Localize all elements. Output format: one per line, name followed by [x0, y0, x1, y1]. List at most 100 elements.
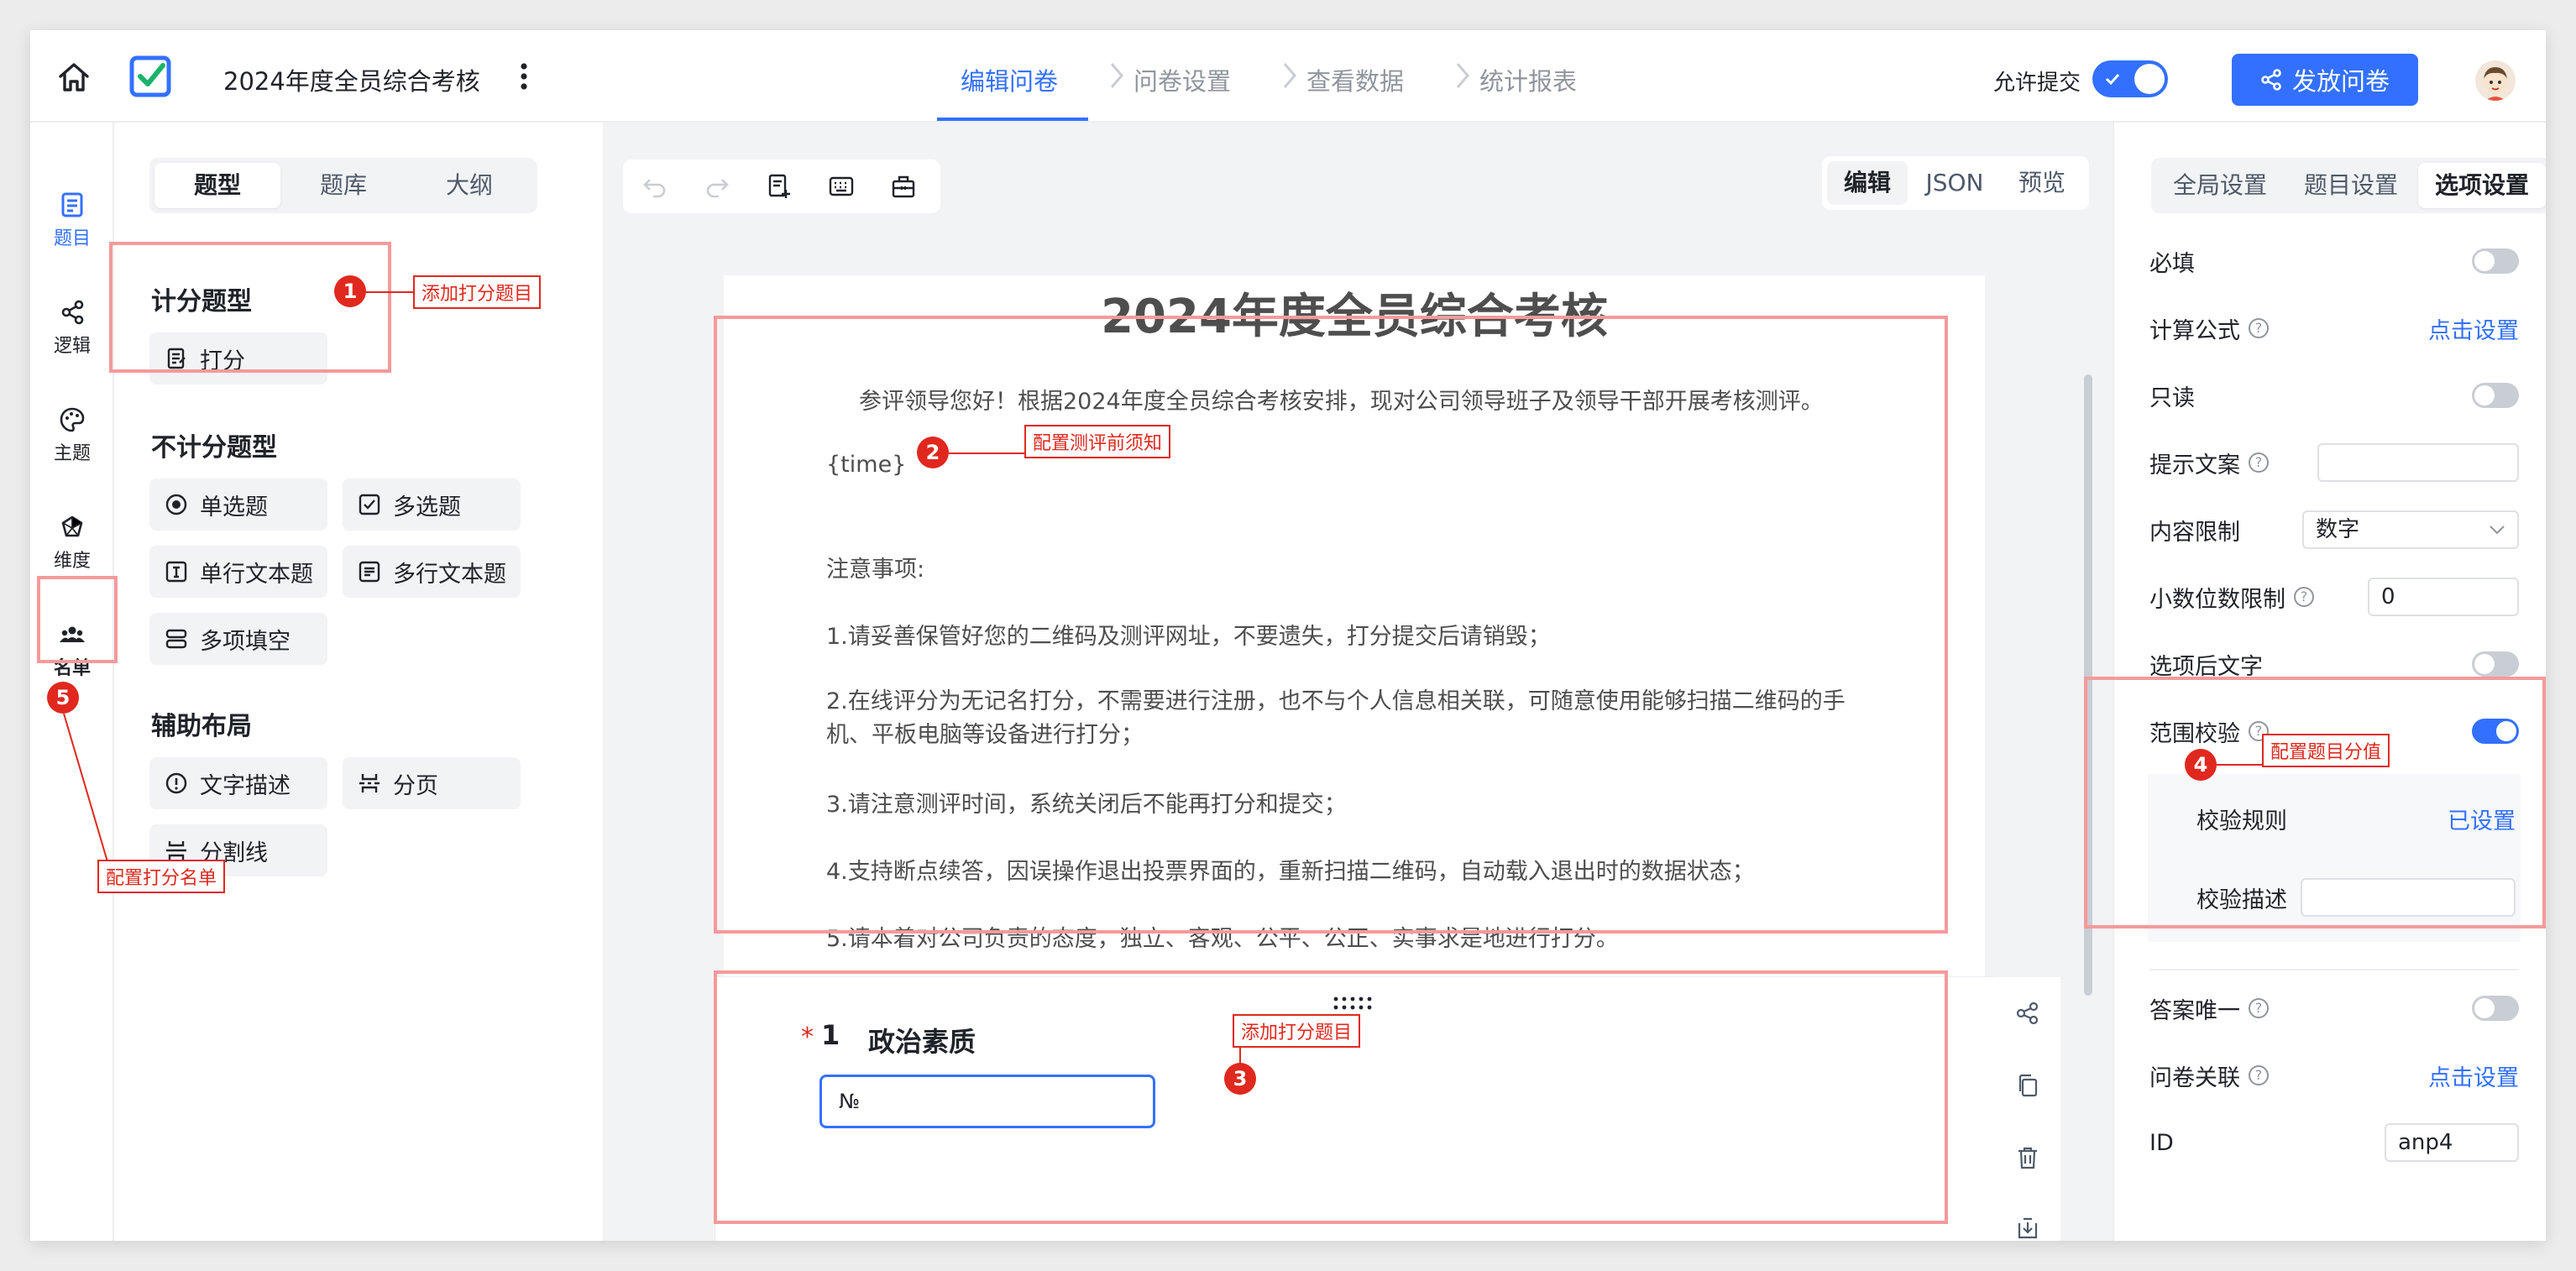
suffix-switch[interactable] — [2472, 651, 2519, 677]
relation-setup-link[interactable]: 点击设置 — [2428, 1059, 2519, 1092]
prop-survey-relation: 问卷关联? 点击设置 — [2149, 1054, 2519, 1096]
unscored-section-title: 不计分题型 — [151, 433, 277, 463]
annotation-marker: 4 — [2185, 749, 2217, 781]
help-icon[interactable]: ? — [2249, 1065, 2269, 1085]
multi-blank-icon — [165, 629, 187, 649]
tab-option-settings[interactable]: 选项设置 — [2418, 163, 2546, 208]
annotation-leader — [63, 713, 112, 874]
content-limit-select[interactable]: 数字 — [2302, 510, 2519, 549]
layout-section-title: 辅助布局 — [151, 712, 252, 741]
prop-required: 必填 — [2149, 240, 2519, 282]
tab-question-types[interactable]: 题型 — [154, 163, 280, 208]
rail-item-dimension[interactable]: 维度 — [30, 514, 114, 573]
home-icon[interactable] — [55, 59, 92, 96]
annotation-leader — [2217, 764, 2267, 766]
help-icon[interactable]: ? — [2294, 587, 2314, 607]
prop-formula: 计算公式? 点击设置 — [2149, 307, 2519, 349]
prop-hint: 提示文案? — [2149, 442, 2519, 484]
step-data[interactable]: 查看数据 — [1306, 62, 1404, 97]
prop-decimal-limit: 小数位数限制? 0 — [2149, 576, 2519, 618]
tab-edit-mode[interactable]: 编辑 — [1827, 161, 1908, 205]
question-side-toolbar — [1993, 977, 2060, 1241]
help-icon[interactable]: ? — [2249, 998, 2269, 1018]
tab-question-settings[interactable]: 题目设置 — [2287, 163, 2415, 208]
divider-icon — [166, 841, 186, 860]
tab-preview-mode[interactable]: 预览 — [2002, 161, 2082, 205]
annotation-callout: 配置题目分值 — [2262, 734, 2390, 767]
save-to-bank-icon[interactable] — [2015, 1216, 2040, 1241]
hint-input[interactable] — [2317, 443, 2519, 482]
chevron-down-icon — [2490, 526, 2505, 535]
logic-branch-icon[interactable] — [2015, 1001, 2040, 1026]
document-icon — [61, 192, 83, 217]
decimal-input[interactable]: 0 — [2368, 578, 2519, 616]
chevron-right-icon — [1456, 63, 1469, 88]
app-logo-icon — [129, 55, 171, 97]
more-menu-icon[interactable] — [519, 62, 529, 91]
rail-item-logic[interactable]: 逻辑 — [30, 299, 114, 358]
app-window: 2024年度全员综合考核 编辑问卷 问卷设置 查看数据 统计报表 允许提交 发放… — [30, 30, 2546, 1241]
palette-icon — [60, 407, 85, 432]
widget-single-choice[interactable]: 单选题 — [149, 479, 327, 531]
allow-submit-toggle[interactable] — [2092, 60, 2168, 97]
rail-label: 主题 — [53, 443, 91, 464]
textarea-icon — [359, 561, 380, 583]
survey-title[interactable]: 2024年度全员综合考核 — [223, 62, 480, 97]
step-settings[interactable]: 问卷设置 — [1134, 62, 1231, 97]
logic-branch-icon — [61, 300, 84, 325]
prop-id: ID anp4 — [2149, 1122, 2519, 1164]
keyboard-icon[interactable] — [828, 173, 855, 200]
top-header: 2024年度全员综合考核 编辑问卷 问卷设置 查看数据 统计报表 允许提交 发放… — [30, 30, 2546, 123]
rail-item-theme[interactable]: 主题 — [30, 406, 114, 465]
dimension-icon — [61, 515, 83, 537]
rail-label: 题目 — [53, 228, 91, 249]
widget-tabs: 题型 题库 大纲 — [149, 158, 537, 213]
widget-text-description[interactable]: 文字描述 — [149, 757, 327, 809]
widget-multi-line-text[interactable]: 多行文本题 — [343, 546, 521, 598]
tab-json-mode[interactable]: JSON — [1913, 161, 1997, 205]
unique-answer-switch[interactable] — [2472, 996, 2519, 1021]
step-active-underline — [937, 118, 1088, 121]
annotation-marker: 5 — [47, 682, 79, 714]
check-icon — [2105, 73, 2120, 86]
annotation-callout: 配置打分名单 — [97, 860, 226, 893]
readonly-switch[interactable] — [2472, 383, 2519, 408]
widget-single-line-text[interactable]: 单行文本题 — [149, 546, 327, 598]
text-input-icon — [165, 561, 187, 583]
toolbox-icon[interactable] — [890, 173, 917, 200]
help-icon[interactable]: ? — [2249, 452, 2269, 473]
prop-unique-answer: 答案唯一? — [2149, 987, 2519, 1029]
tab-global-settings[interactable]: 全局设置 — [2156, 163, 2284, 208]
id-input[interactable]: anp4 — [2385, 1123, 2519, 1162]
required-switch[interactable] — [2472, 248, 2519, 274]
add-page-icon[interactable] — [766, 173, 793, 200]
formula-setup-link[interactable]: 点击设置 — [2428, 312, 2519, 345]
step-report[interactable]: 统计报表 — [1479, 62, 1577, 97]
undo-icon[interactable] — [641, 173, 668, 200]
radio-icon — [165, 494, 187, 515]
step-edit[interactable]: 编辑问卷 — [961, 62, 1058, 97]
publish-button[interactable]: 发放问卷 — [2232, 54, 2418, 106]
help-icon[interactable]: ? — [2249, 318, 2269, 338]
publish-label: 发放问卷 — [2291, 67, 2390, 96]
annotation-callout: 配置测评前须知 — [1024, 425, 1171, 458]
prop-content-limit: 内容限制 数字 — [2149, 509, 2519, 551]
allow-submit-label: 允许提交 — [1993, 71, 2081, 96]
widget-page-break[interactable]: 分页 — [343, 757, 521, 809]
trash-icon[interactable] — [2015, 1145, 2040, 1170]
prop-readonly: 只读 — [2149, 374, 2519, 416]
widget-multi-choice[interactable]: 多选题 — [343, 479, 521, 531]
properties-tabs: 全局设置 题目设置 选项设置 — [2151, 158, 2546, 213]
editor-toolbar — [623, 160, 940, 213]
widget-multi-blank[interactable]: 多项填空 — [149, 613, 327, 665]
tab-outline[interactable]: 大纲 — [406, 163, 532, 208]
redo-icon[interactable] — [704, 173, 730, 200]
chevron-right-icon — [1110, 63, 1123, 88]
annotation-callout: 添加打分题目 — [1233, 1014, 1361, 1048]
user-avatar[interactable] — [2475, 60, 2516, 101]
tab-question-bank[interactable]: 题库 — [280, 163, 406, 208]
rail-item-questions[interactable]: 题目 — [30, 191, 114, 250]
annotation-leader — [1239, 1046, 1241, 1064]
copy-icon[interactable] — [2015, 1073, 2040, 1098]
rail-label: 逻辑 — [53, 336, 91, 357]
